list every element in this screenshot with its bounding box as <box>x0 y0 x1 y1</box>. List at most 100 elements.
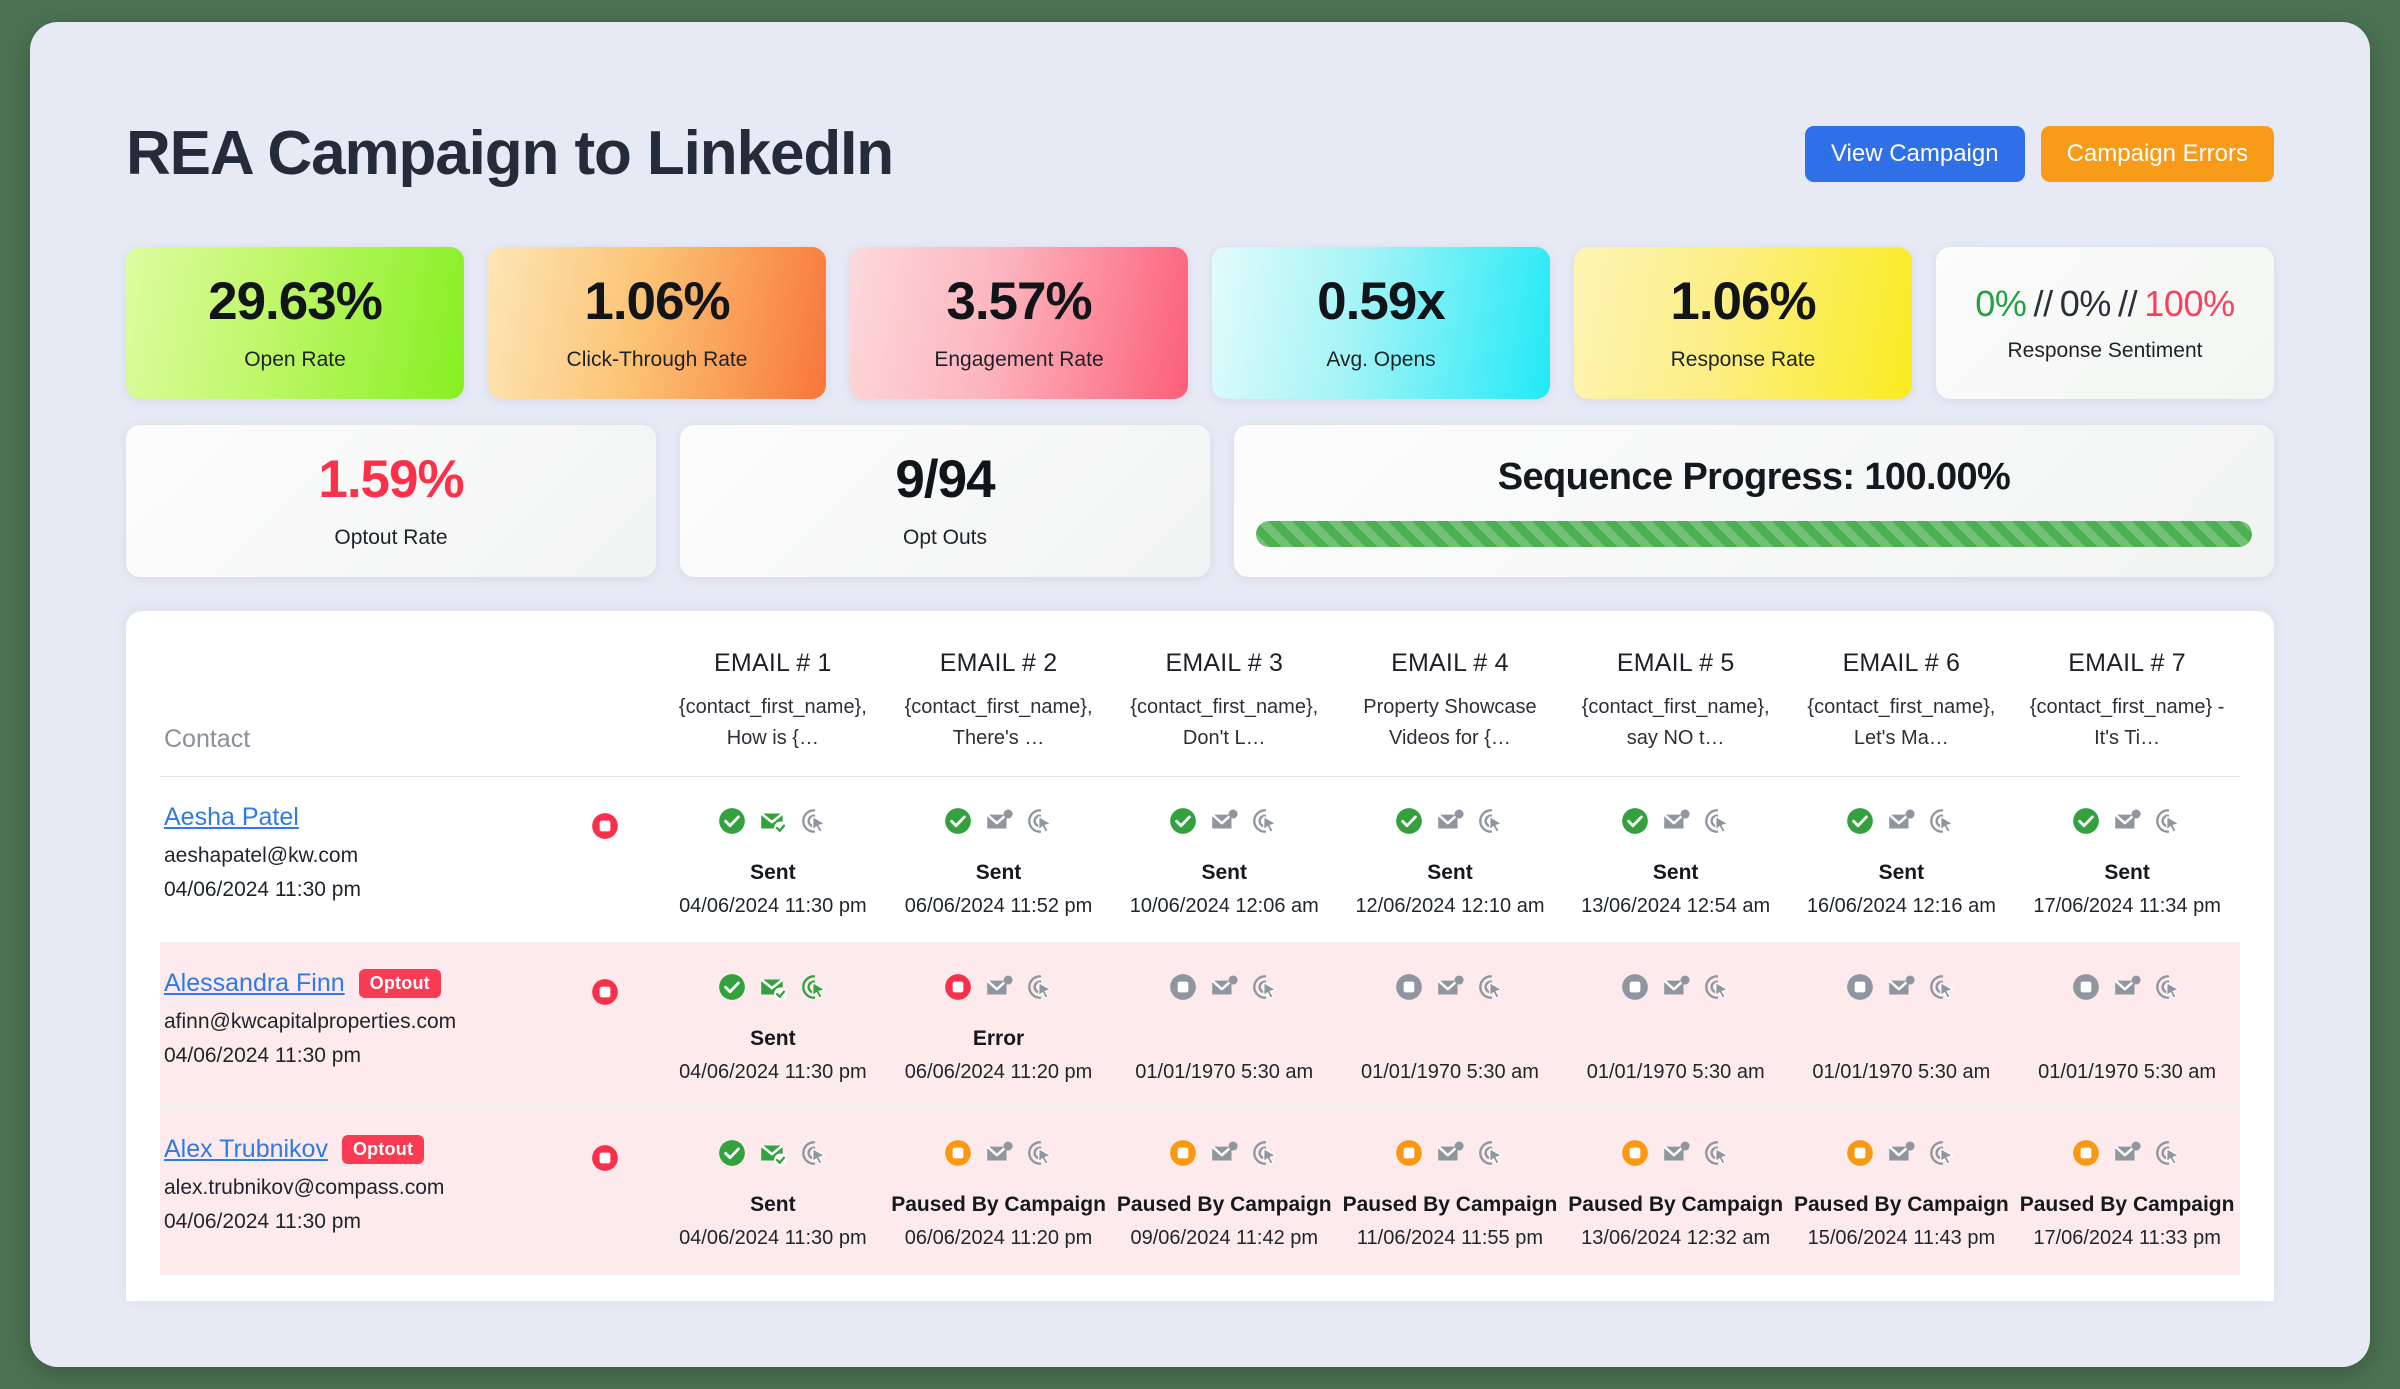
contact-email: afinn@kwcapitalproperties.com <box>164 1010 457 1033</box>
contact-email: aeshapatel@kw.com <box>164 844 359 867</box>
contact-name-line: Alex Trubnikov Optout <box>164 1135 546 1164</box>
email-status-icons <box>1115 803 1333 839</box>
metric-card-optout-rate: 1.59% Optout Rate <box>126 425 656 577</box>
email-unopened-icon <box>1437 1141 1464 1161</box>
email-unopened-icon <box>1888 975 1915 995</box>
email-status-date: 17/06/2024 11:34 pm <box>2033 895 2221 917</box>
email-unopened-icon <box>1663 975 1690 995</box>
column-header-email-4: EMAIL # 4 Property Showcase Videos for {… <box>1337 611 1563 777</box>
email-unopened-icon <box>1437 809 1464 829</box>
email-opened-icon <box>760 1144 787 1167</box>
link-clicked-icon <box>1253 809 1277 833</box>
row-stop-cell[interactable] <box>550 943 660 1109</box>
email-status-icons <box>1115 1135 1333 1171</box>
email-status-icons <box>890 803 1108 839</box>
campaign-errors-button[interactable]: Campaign Errors <box>2040 125 2274 182</box>
email-subject-line-1: {contact_first_name}, <box>904 696 1093 718</box>
email-status-icons <box>1567 803 1785 839</box>
email-status-cell: 01/01/1970 5:30 am <box>2014 943 2240 1109</box>
stop-circle-icon <box>1396 974 1422 1000</box>
page-title: REA Campaign to LinkedIn <box>126 119 894 188</box>
email-status-date: 09/06/2024 11:42 pm <box>1130 1227 1319 1249</box>
metric-value: 9/94 <box>895 450 995 510</box>
status-check-circle-icon <box>718 1140 745 1166</box>
email-status-date: 12/06/2024 12:10 am <box>1355 895 1545 917</box>
metric-label: Opt Outs <box>902 525 988 549</box>
table-row: Alex Trubnikov Optout alex.trubnikov@com… <box>160 1108 2240 1275</box>
email-status-cell: 01/01/1970 5:30 am <box>1111 943 1337 1109</box>
row-stop-cell[interactable] <box>550 1109 660 1275</box>
email-status-icons <box>1567 1135 1785 1171</box>
email-unopened-icon <box>985 809 1013 829</box>
email-status-date: 13/06/2024 12:54 am <box>1581 895 1771 917</box>
email-status-label <box>1567 1027 1785 1051</box>
status-check-circle-icon <box>944 808 971 834</box>
metric-label: Optout Rate <box>334 525 448 549</box>
column-header-email-2: EMAIL # 2 {contact_first_name}, There's … <box>885 611 1112 777</box>
row-stop-cell[interactable] <box>550 777 660 943</box>
email-status-label: Paused By Campaign <box>1116 1193 1332 1216</box>
email-status-label: Paused By Campaign <box>1794 1193 2009 1216</box>
link-clicked-icon <box>1027 975 1051 999</box>
email-status-label: Sent <box>1878 861 1925 884</box>
sentiment-values: 0%//0%//100% <box>1975 283 2235 325</box>
email-status-icons <box>1793 1135 2011 1171</box>
email-status-icons <box>664 803 882 839</box>
stop-circle-icon <box>1170 974 1197 1000</box>
link-clicked-icon <box>1027 1141 1051 1165</box>
contact-date: 04/06/2024 11:30 pm <box>164 1044 361 1067</box>
contact-name-link[interactable]: Aesha Patel <box>164 803 299 832</box>
email-opened-icon <box>760 812 787 835</box>
metric-card-click-through-rate: 1.06% Click-Through Rate <box>488 247 826 399</box>
email-subject-line-2: It's Ti… <box>2094 727 2161 749</box>
contact-name-link[interactable]: Alex Trubnikov <box>164 1135 328 1164</box>
stop-circle-icon <box>592 979 618 1005</box>
email-subject-line-2: How is {… <box>726 727 819 749</box>
email-status-label: Paused By Campaign <box>891 1193 1106 1216</box>
link-clicked-icon <box>1479 1141 1503 1165</box>
contact-name-link[interactable]: Alessandra Finn <box>164 969 345 998</box>
view-campaign-button[interactable]: View Campaign <box>1804 125 2025 182</box>
email-status-cell: Paused By Campaign 15/06/2024 11:43 pm <box>1789 1109 2015 1275</box>
link-clicked-icon <box>1930 1141 1954 1165</box>
email-status-date: 06/06/2024 11:20 pm <box>904 1227 1093 1249</box>
email-subject-line-1: {contact_first_name}, <box>1807 696 1996 718</box>
email-status-cell: Paused By Campaign 13/06/2024 12:32 am <box>1563 1109 1789 1275</box>
status-check-circle-icon <box>1396 808 1422 834</box>
email-status-date: 15/06/2024 11:43 pm <box>1807 1227 1996 1249</box>
email-status-date: 17/06/2024 11:33 pm <box>2033 1227 2221 1249</box>
email-status-date: 04/06/2024 11:30 pm <box>679 1061 867 1083</box>
email-unopened-icon <box>2114 1141 2141 1161</box>
link-clicked-icon <box>1253 975 1277 999</box>
email-status-icons <box>2018 1135 2236 1171</box>
email-status-icons <box>664 1135 882 1171</box>
progress-track <box>1256 520 2252 547</box>
email-opened-icon <box>760 978 787 1001</box>
metric-label: Response Rate <box>1670 347 1816 371</box>
email-status-date: 04/06/2024 11:30 pm <box>679 1227 867 1249</box>
stop-circle-icon <box>1170 1140 1197 1166</box>
email-number: EMAIL # 7 <box>2068 649 2186 677</box>
email-status-date: 06/06/2024 11:52 pm <box>904 895 1093 917</box>
email-status-icons <box>1341 803 1559 839</box>
email-status-date: 01/01/1970 5:30 am <box>2038 1061 2217 1083</box>
metric-card-opt-outs: 9/94 Opt Outs <box>680 425 1210 577</box>
contact-date: 04/06/2024 11:30 pm <box>164 878 361 901</box>
column-header-stop <box>550 611 660 777</box>
email-unopened-icon <box>1211 1141 1238 1161</box>
sequence-progress-card: Sequence Progress: 100.00% <box>1234 425 2274 577</box>
sentiment-separator-2: // <box>2117 283 2138 324</box>
email-unopened-icon <box>1888 1141 1915 1161</box>
email-status-date: 11/06/2024 11:55 pm <box>1356 1227 1543 1249</box>
stop-circle-icon <box>592 1145 618 1171</box>
email-status-label: Sent <box>975 861 1022 884</box>
metric-label: Engagement Rate <box>934 347 1104 371</box>
sentiment-negative: 100% <box>2144 283 2235 324</box>
metric-label: Open Rate <box>244 347 346 371</box>
email-subject-line-2: Let's Ma… <box>1853 727 1949 749</box>
stop-circle-icon <box>944 1140 971 1166</box>
email-status-cell: Paused By Campaign 09/06/2024 11:42 pm <box>1111 1109 1337 1275</box>
status-check-circle-icon <box>718 808 745 834</box>
email-subject-line-2: Videos for {… <box>1388 727 1511 749</box>
metric-label: Avg. Opens <box>1326 347 1436 371</box>
